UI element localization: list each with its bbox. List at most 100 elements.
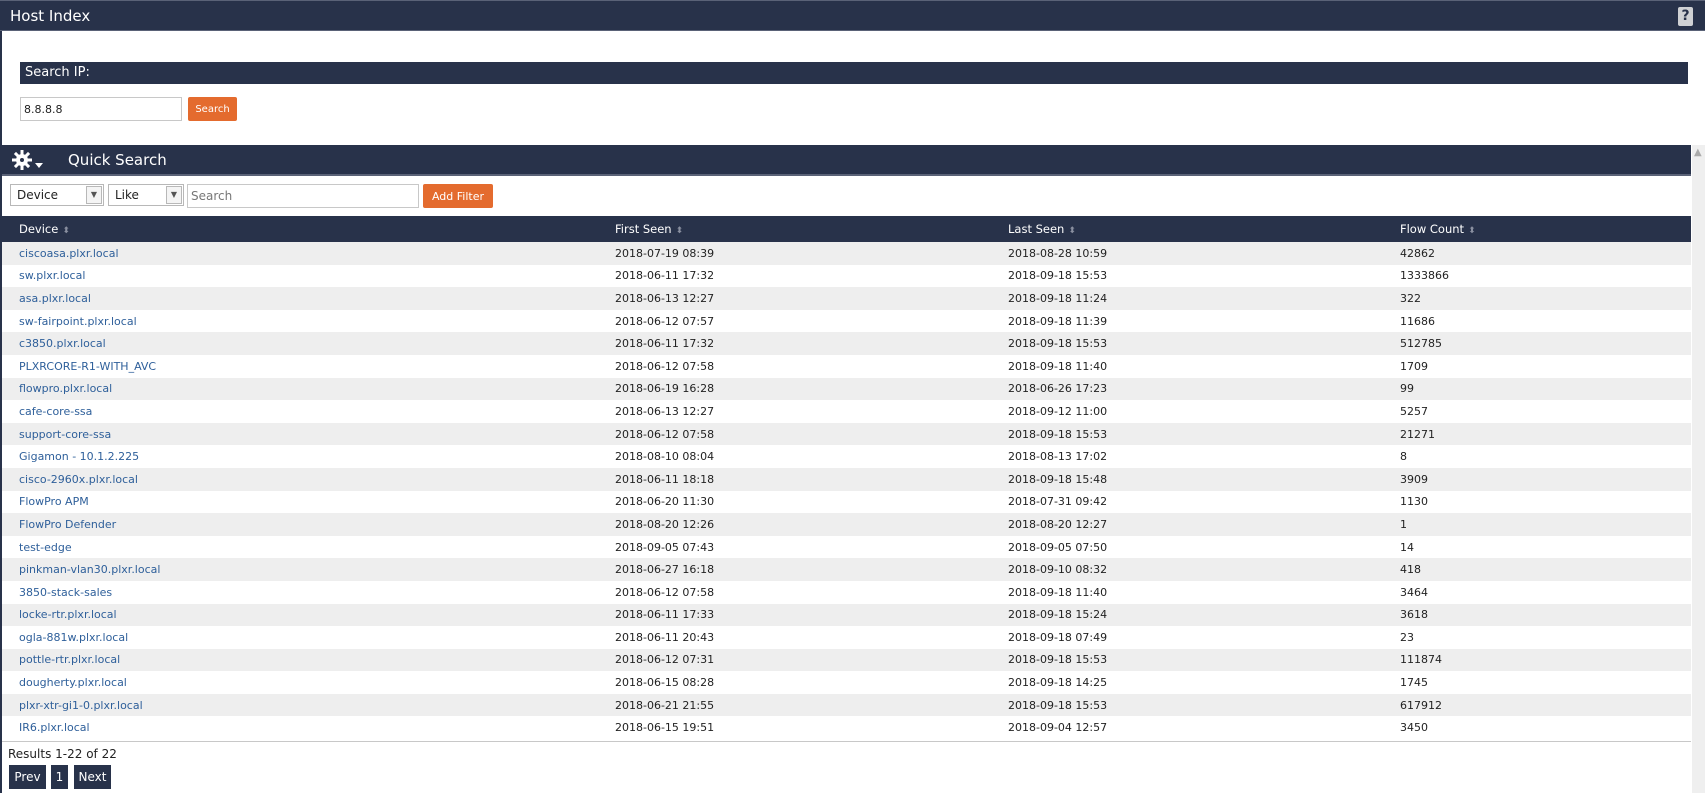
add-filter-button[interactable]: Add Filter	[423, 184, 493, 208]
device-link[interactable]: sw.plxr.local	[19, 269, 85, 282]
sort-icon: ⬍	[1068, 226, 1076, 236]
cell-first-seen: 2018-06-15 08:28	[598, 671, 991, 694]
cell-device: pottle-rtr.plxr.local	[2, 648, 598, 672]
cell-first-seen: 2018-06-11 18:18	[598, 467, 991, 491]
search-ip-header: Search IP:	[20, 62, 1688, 84]
table-row: ciscoasa.plxr.local 2018-07-19 08:39 2018-…	[2, 242, 1691, 265]
table-row: pinkman-vlan30.plxr.local 2018-06-27 16:1…	[2, 558, 1691, 581]
device-link[interactable]: IR6.plxr.local	[19, 721, 90, 734]
cell-flow-count: 3464	[1383, 580, 1691, 604]
vertical-scrollbar[interactable]: ▲	[1692, 145, 1705, 793]
field-select[interactable]: Device ▼	[10, 184, 104, 206]
cell-last-seen: 2018-09-10 08:32	[991, 558, 1383, 581]
cell-last-seen: 2018-09-05 07:50	[991, 535, 1383, 559]
cell-last-seen: 2018-08-13 17:02	[991, 445, 1383, 468]
cell-first-seen: 2018-06-11 17:33	[598, 603, 991, 627]
prev-page-button[interactable]: Prev	[9, 765, 46, 789]
cell-flow-count: 5257	[1383, 400, 1691, 423]
cell-last-seen: 2018-09-18 15:53	[991, 422, 1383, 446]
column-header-first-seen[interactable]: First Seen ⬍	[598, 216, 991, 242]
table-row: flowpro.plxr.local 2018-06-19 16:28 2018-0…	[2, 377, 1691, 401]
cell-first-seen: 2018-06-11 17:32	[598, 332, 991, 355]
cell-last-seen: 2018-09-18 15:53	[991, 648, 1383, 672]
cell-device: dougherty.plxr.local	[2, 671, 598, 694]
device-link[interactable]: ciscoasa.plxr.local	[19, 247, 119, 260]
cell-last-seen: 2018-08-20 12:27	[991, 513, 1383, 536]
device-link[interactable]: cafe-core-ssa	[19, 405, 92, 418]
help-icon[interactable]: ?	[1678, 7, 1693, 26]
cell-flow-count: 1	[1383, 513, 1691, 536]
table-row: sw-fairpoint.plxr.local 2018-06-12 07:57 2…	[2, 309, 1691, 333]
device-link[interactable]: support-core-ssa	[19, 428, 111, 441]
cell-last-seen: 2018-09-18 07:49	[991, 626, 1383, 649]
search-button[interactable]: Search	[188, 97, 237, 121]
cell-last-seen: 2018-08-28 10:59	[991, 242, 1383, 265]
device-link[interactable]: 3850-stack-sales	[19, 586, 112, 599]
cell-device: asa.plxr.local	[2, 287, 598, 310]
cell-flow-count: 418	[1383, 558, 1691, 581]
table-row: FlowPro APM 2018-06-20 11:30 2018-07-31 09…	[2, 490, 1691, 514]
cell-first-seen: 2018-06-11 20:43	[598, 626, 991, 649]
device-link[interactable]: FlowPro APM	[19, 495, 89, 508]
cell-device: FlowPro APM	[2, 490, 598, 514]
cell-device: cafe-core-ssa	[2, 400, 598, 423]
cell-first-seen: 2018-06-12 07:31	[598, 648, 991, 672]
cell-flow-count: 99	[1383, 377, 1691, 401]
cell-first-seen: 2018-06-12 07:57	[598, 309, 991, 333]
device-link[interactable]: asa.plxr.local	[19, 292, 91, 305]
device-link[interactable]: FlowPro Defender	[19, 518, 116, 531]
quick-search-title: Quick Search	[68, 151, 167, 169]
cell-last-seen: 2018-09-18 15:53	[991, 264, 1383, 288]
cell-flow-count: 512785	[1383, 332, 1691, 355]
cell-flow-count: 1333866	[1383, 264, 1691, 288]
cell-last-seen: 2018-09-18 11:40	[991, 580, 1383, 604]
device-link[interactable]: pinkman-vlan30.plxr.local	[19, 563, 160, 576]
device-link[interactable]: plxr-xtr-gi1-0.plxr.local	[19, 699, 143, 712]
device-link[interactable]: cisco-2960x.plxr.local	[19, 473, 138, 486]
column-header-device[interactable]: Device ⬍	[2, 216, 598, 242]
device-link[interactable]: locke-rtr.plxr.local	[19, 608, 117, 621]
cell-first-seen: 2018-06-12 07:58	[598, 422, 991, 446]
cell-device: test-edge	[2, 535, 598, 559]
scroll-up-icon[interactable]: ▲	[1694, 147, 1702, 158]
gear-icon[interactable]	[11, 149, 47, 171]
cell-device: PLXRCORE-R1-WITH_AVC	[2, 354, 598, 378]
cell-last-seen: 2018-09-04 12:57	[991, 716, 1383, 740]
table-row: dougherty.plxr.local 2018-06-15 08:28 2018…	[2, 671, 1691, 694]
device-link[interactable]: test-edge	[19, 541, 72, 554]
cell-flow-count: 3450	[1383, 716, 1691, 740]
next-page-button[interactable]: Next	[74, 765, 111, 789]
cell-last-seen: 2018-09-18 11:39	[991, 309, 1383, 333]
ip-search-input[interactable]	[20, 97, 182, 121]
device-link[interactable]: PLXRCORE-R1-WITH_AVC	[19, 360, 156, 373]
cell-flow-count: 42862	[1383, 242, 1691, 265]
cell-first-seen: 2018-09-05 07:43	[598, 535, 991, 559]
table-row: 3850-stack-sales 2018-06-12 07:58 2018-09-…	[2, 580, 1691, 604]
quick-search-header: Quick Search	[2, 145, 1691, 176]
table-row: cisco-2960x.plxr.local 2018-06-11 18:18 20…	[2, 467, 1691, 491]
device-link[interactable]: Gigamon - 10.1.2.225	[19, 450, 139, 463]
device-link[interactable]: dougherty.plxr.local	[19, 676, 127, 689]
page-1-button[interactable]: 1	[51, 765, 68, 789]
column-header-last-seen[interactable]: Last Seen ⬍	[991, 216, 1383, 242]
cell-device: c3850.plxr.local	[2, 332, 598, 355]
device-link[interactable]: pottle-rtr.plxr.local	[19, 653, 120, 666]
sort-icon: ⬍	[675, 226, 684, 236]
sort-icon: ⬍	[62, 226, 70, 236]
cell-flow-count: 322	[1383, 287, 1691, 310]
device-link[interactable]: sw-fairpoint.plxr.local	[19, 315, 137, 328]
table-row: locke-rtr.plxr.local 2018-06-11 17:33 2018…	[2, 603, 1691, 627]
cell-flow-count: 1130	[1383, 490, 1691, 514]
column-header-flow-count[interactable]: Flow Count ⬍	[1383, 216, 1691, 242]
operator-select[interactable]: Like ▼	[108, 184, 184, 206]
table-bottom-border	[2, 741, 1691, 742]
cell-last-seen: 2018-07-31 09:42	[991, 490, 1383, 514]
cell-flow-count: 3909	[1383, 467, 1691, 491]
cell-device: 3850-stack-sales	[2, 580, 598, 604]
device-link[interactable]: ogla-881w.plxr.local	[19, 631, 128, 644]
cell-first-seen: 2018-06-27 16:18	[598, 558, 991, 581]
cell-flow-count: 14	[1383, 535, 1691, 559]
device-link[interactable]: flowpro.plxr.local	[19, 382, 112, 395]
filter-search-input[interactable]	[187, 184, 419, 208]
device-link[interactable]: c3850.plxr.local	[19, 337, 106, 350]
